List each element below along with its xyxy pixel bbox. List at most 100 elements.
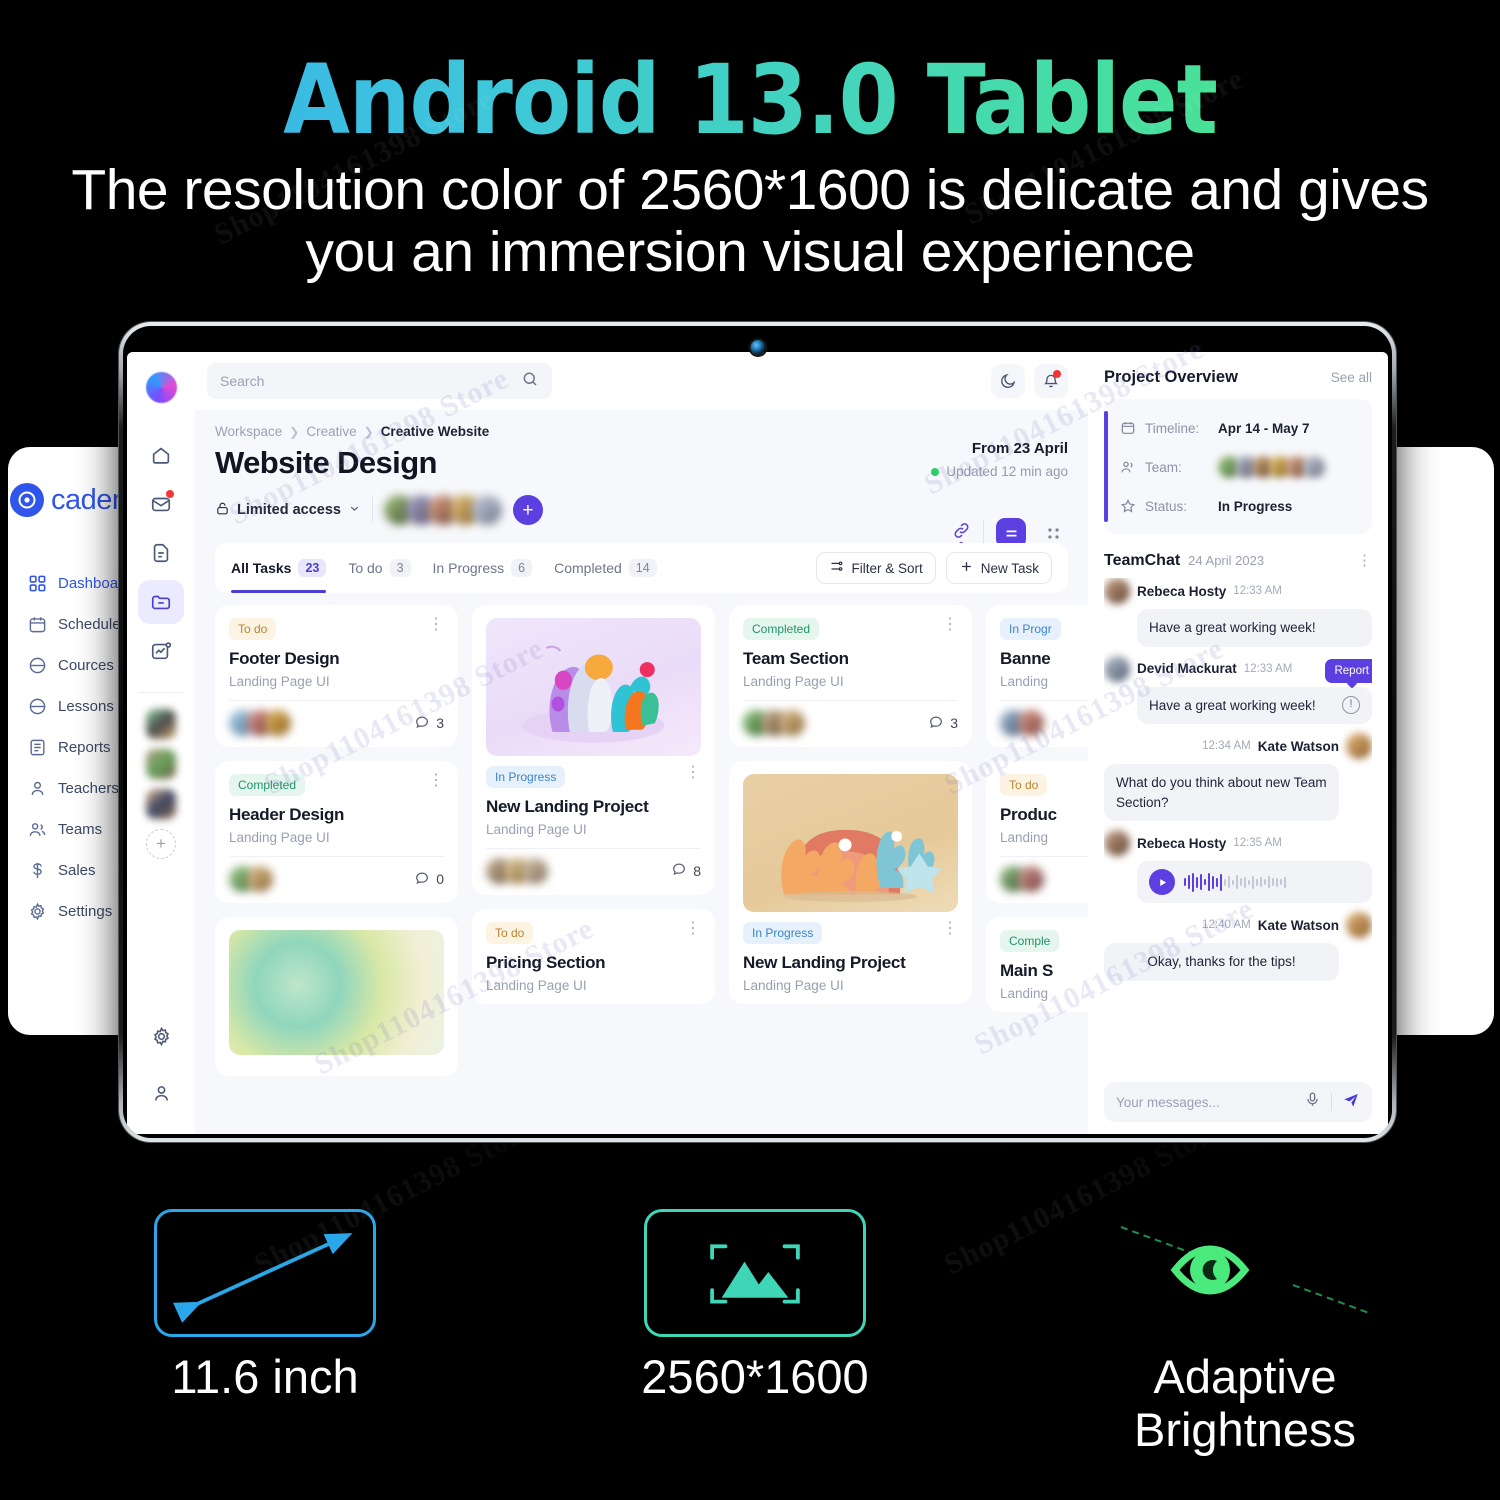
- card-title: Team Section: [743, 649, 849, 668]
- comment-count: 3: [414, 714, 444, 733]
- microphone-icon[interactable]: [1304, 1091, 1321, 1113]
- folder-icon[interactable]: [138, 580, 184, 624]
- avatar[interactable]: [1303, 456, 1325, 478]
- filter-sort-button[interactable]: Filter & Sort: [816, 552, 936, 584]
- dark-mode-toggle[interactable]: [991, 364, 1025, 398]
- new-task-label: New Task: [980, 560, 1039, 576]
- tab-in-progress[interactable]: In Progress 6: [433, 543, 533, 593]
- avatar[interactable]: [1104, 578, 1130, 604]
- send-icon[interactable]: [1342, 1091, 1360, 1114]
- divider: [743, 700, 958, 701]
- new-task-button[interactable]: New Task: [945, 552, 1052, 584]
- add-member-button[interactable]: +: [146, 829, 176, 859]
- avatar[interactable]: [146, 789, 176, 819]
- tab-count: 3: [389, 559, 411, 577]
- task-card[interactable]: [215, 917, 458, 1076]
- message-head: 12:40 AM Kate Watson: [1104, 912, 1372, 939]
- divider: [1000, 700, 1088, 701]
- avatar[interactable]: [1018, 866, 1044, 892]
- voice-message[interactable]: [1137, 861, 1372, 904]
- task-card[interactable]: Completed ⋮ Header Design Landing Page U…: [215, 761, 458, 903]
- report-icon[interactable]: !: [1342, 696, 1360, 715]
- play-icon[interactable]: [1149, 869, 1175, 896]
- avatar[interactable]: [1104, 830, 1130, 857]
- card-title: Footer Design: [229, 649, 340, 668]
- card-title: New Landing Project: [486, 796, 649, 816]
- card-menu-icon[interactable]: ⋮: [685, 920, 701, 935]
- avatar[interactable]: [265, 710, 291, 736]
- card-menu-icon[interactable]: ⋮: [685, 764, 701, 779]
- tab-all-tasks[interactable]: All Tasks 23: [231, 543, 327, 593]
- see-all-link[interactable]: See all: [1331, 370, 1372, 385]
- task-card[interactable]: In Progr Banne Landing: [986, 605, 1088, 747]
- profile-icon[interactable]: [138, 1071, 184, 1115]
- copy-link-button[interactable]: Copy Link: [922, 521, 1001, 571]
- card-avatars: [229, 866, 273, 892]
- avatar[interactable]: [146, 749, 176, 779]
- access-dropdown[interactable]: Limited access: [215, 501, 361, 520]
- chat-menu-icon[interactable]: ⋮: [1357, 553, 1372, 568]
- breadcrumb: Workspace ❯ Creative ❯ Creative Website: [215, 424, 1068, 439]
- task-card[interactable]: In Progress ⋮ New Landing Project Landin…: [472, 605, 715, 895]
- search-icon[interactable]: [521, 370, 539, 393]
- home-icon[interactable]: [138, 433, 184, 477]
- task-card[interactable]: Completed ⋮ Team Section Landing Page UI: [729, 605, 972, 747]
- gear-icon[interactable]: [138, 1014, 184, 1058]
- mail-icon[interactable]: [138, 482, 184, 526]
- avatar[interactable]: [146, 709, 176, 739]
- search-input[interactable]: Search: [207, 363, 552, 399]
- avatar[interactable]: [779, 710, 805, 736]
- card-title: Header Design: [229, 805, 345, 824]
- task-column: To do ⋮ Footer Design Landing Page UI 3 …: [215, 605, 458, 1134]
- task-card[interactable]: To do ⋮ Pricing Section Landing Page UI: [472, 908, 715, 1004]
- topbar-actions: [991, 364, 1068, 398]
- card-menu-icon[interactable]: ⋮: [942, 617, 958, 632]
- waveform-icon: [1184, 872, 1286, 892]
- sidebar-item-label: Reports: [58, 739, 111, 756]
- notification-dot: [166, 490, 174, 498]
- message-author: Devid Mackurat: [1137, 661, 1237, 677]
- search-placeholder: Search: [220, 373, 265, 389]
- message-input[interactable]: Your messages...: [1104, 1082, 1372, 1122]
- sidebar-item-label: Settings: [58, 903, 113, 920]
- breadcrumb-mid[interactable]: Creative: [306, 424, 356, 439]
- avatar[interactable]: [1018, 710, 1044, 736]
- card-avatars: [229, 710, 291, 736]
- divider: [1000, 856, 1088, 857]
- avatar[interactable]: [1346, 733, 1372, 760]
- task-card[interactable]: In Progress ⋮ New Landing Project Landin…: [729, 761, 972, 1004]
- card-subtitle: Landing Page UI: [743, 674, 844, 689]
- breadcrumb-root[interactable]: Workspace: [215, 424, 282, 439]
- tab-todo[interactable]: To do 3: [348, 543, 411, 593]
- card-menu-icon[interactable]: ⋮: [428, 773, 444, 788]
- add-member-button[interactable]: +: [512, 495, 543, 525]
- message-placeholder: Your messages...: [1116, 1094, 1220, 1110]
- tab-completed[interactable]: Completed 14: [554, 543, 657, 593]
- card-top: To do ⋮: [229, 617, 444, 640]
- avatar[interactable]: [471, 495, 502, 525]
- card-menu-icon[interactable]: ⋮: [942, 920, 958, 935]
- card-menu-icon[interactable]: ⋮: [428, 617, 444, 632]
- from-date: From 23 April: [971, 440, 1068, 457]
- task-card[interactable]: To do Produc Landing: [986, 761, 1088, 903]
- task-card[interactable]: Comple Main S Landing: [986, 917, 1088, 1012]
- chat-message: 12:34 AM Kate Watson What do you think a…: [1104, 733, 1372, 822]
- task-card[interactable]: To do ⋮ Footer Design Landing Page UI 3: [215, 605, 458, 747]
- feature-adaptive-brightness: Adaptive Brightness: [1060, 1203, 1430, 1456]
- app-logo-icon: [145, 372, 177, 403]
- avatar[interactable]: [1346, 912, 1372, 939]
- avatar[interactable]: [247, 866, 273, 892]
- avatar[interactable]: [522, 857, 548, 884]
- calendar-icon: [28, 615, 47, 634]
- status-badge: To do: [486, 921, 534, 944]
- message-text: Have a great working week!: [1149, 697, 1316, 713]
- project-overview-card: Timeline: Apr 14 - May 7 Team: Status: I…: [1104, 399, 1372, 534]
- message-author: Rebeca Hosty: [1137, 583, 1227, 599]
- notifications-button[interactable]: [1034, 364, 1068, 398]
- chevron-down-icon: [348, 502, 361, 519]
- document-icon[interactable]: [138, 531, 184, 575]
- avatar[interactable]: [1104, 655, 1130, 682]
- team-chat-title: TeamChat: [1104, 552, 1181, 569]
- analytics-icon[interactable]: [138, 629, 184, 673]
- dollar-icon: [28, 861, 47, 880]
